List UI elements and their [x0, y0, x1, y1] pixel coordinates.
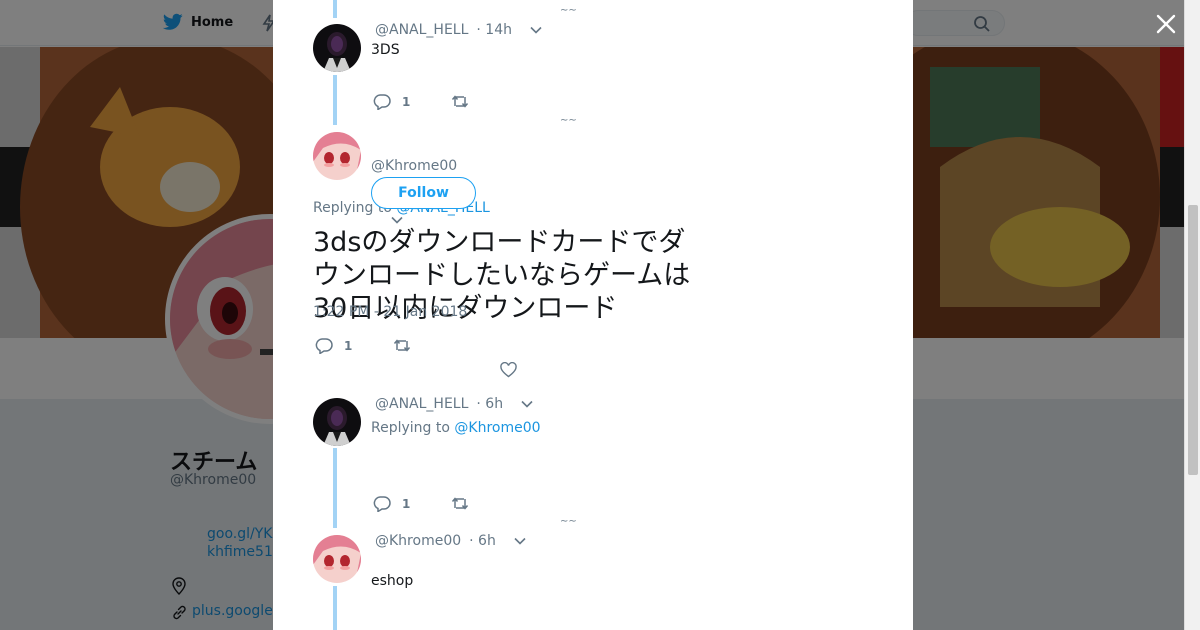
thread-line [333, 586, 337, 630]
tweet-text: eshop [371, 573, 414, 589]
avatar-image [313, 398, 361, 446]
more-actions-glyph: ∼∼ [560, 519, 577, 527]
chevron-down-icon[interactable] [530, 26, 542, 34]
close-icon[interactable] [1154, 12, 1178, 36]
reply-count: 1 [402, 94, 411, 109]
more-actions-glyph: ∼∼ [560, 8, 577, 16]
scrollbar-thumb[interactable] [1188, 205, 1198, 475]
tweet-handle[interactable]: @Khrome00 [375, 533, 461, 549]
reply-icon [373, 94, 391, 110]
reply-button[interactable]: 1 [373, 495, 410, 512]
thread-line [333, 75, 337, 125]
replying-to-mention[interactable]: @Khrome00 [454, 420, 540, 436]
retweet-icon [452, 95, 469, 108]
tweet-header: @Khrome00 [371, 158, 457, 174]
reply-count: 1 [402, 496, 411, 511]
replying-prefix: Replying to [371, 420, 455, 436]
avatar[interactable] [313, 398, 361, 446]
retweet-button[interactable] [451, 93, 469, 110]
tweet-header: @ANAL_HELL · 6h [375, 396, 533, 412]
replying-to: Replying to @Khrome00 [371, 420, 541, 436]
retweet-button[interactable] [393, 337, 411, 354]
tweet-actions: 1 [373, 495, 469, 512]
chevron-down-icon[interactable] [521, 400, 533, 408]
tweet-handle[interactable]: @ANAL_HELL [375, 22, 468, 38]
avatar-image [313, 24, 361, 72]
reply-button[interactable]: 1 [315, 337, 352, 354]
retweet-button[interactable] [451, 495, 469, 512]
reply-icon [373, 496, 391, 512]
follow-button[interactable]: Follow [371, 177, 476, 209]
retweet-icon [452, 497, 469, 510]
tweet-thread-modal: ∼∼ ∼∼ ∼∼ @ANAL_HELL · 14h 3DS 1 @Khrome0… [273, 0, 913, 630]
reply-button[interactable]: 1 [373, 93, 410, 110]
reply-count: 1 [344, 338, 353, 353]
avatar[interactable] [313, 535, 361, 583]
tweet-time[interactable]: · 6h [476, 396, 503, 412]
avatar-image [313, 132, 361, 180]
page-scrollbar[interactable] [1184, 0, 1200, 630]
tweet-actions: 1 [373, 93, 469, 110]
tweet-handle[interactable]: @Khrome00 [371, 158, 457, 174]
thread-line [333, 448, 337, 528]
tweet-header: @ANAL_HELL · 14h [375, 22, 542, 38]
tweet-handle[interactable]: @ANAL_HELL [375, 396, 468, 412]
more-actions-glyph: ∼∼ [560, 118, 577, 126]
tweet-text: 3DS [371, 42, 400, 58]
reply-icon [315, 338, 333, 354]
chevron-down-icon[interactable] [391, 216, 403, 224]
tweet-time[interactable]: · 6h [469, 533, 496, 549]
retweet-icon [394, 339, 411, 352]
tweet-header: @Khrome00 · 6h [375, 533, 526, 549]
chevron-down-icon[interactable] [514, 537, 526, 545]
tweet-timestamp[interactable]: 1:22 PM - 21 Jan 2018 [313, 304, 467, 320]
avatar-image [313, 535, 361, 583]
tweet-time[interactable]: · 14h [476, 22, 512, 38]
like-icon[interactable] [500, 362, 517, 378]
avatar[interactable] [313, 132, 361, 180]
thread-line [333, 0, 337, 18]
tweet-actions: 1 [315, 337, 411, 354]
avatar[interactable] [313, 24, 361, 72]
